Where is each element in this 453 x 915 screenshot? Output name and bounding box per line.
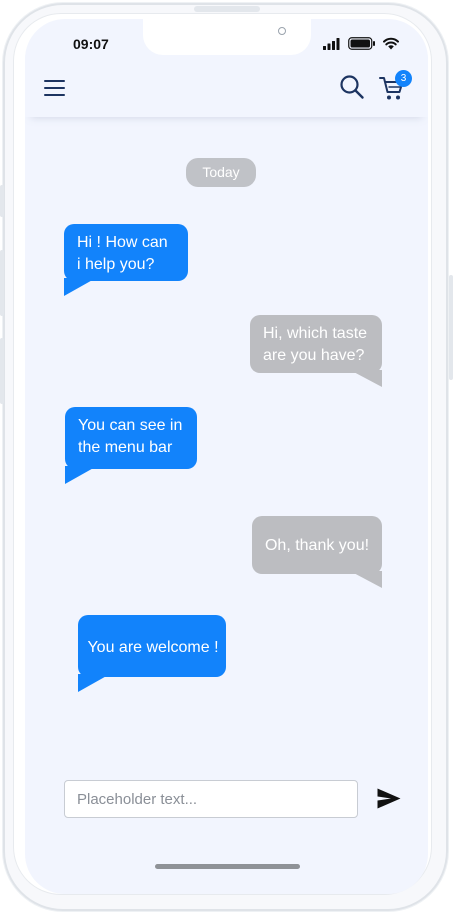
status-time: 09:07 <box>73 36 109 52</box>
bubble-tail <box>350 571 382 588</box>
hamburger-menu-icon[interactable] <box>44 79 66 97</box>
bubble-tail <box>65 466 97 484</box>
message-text: You are welcome ! <box>78 615 226 677</box>
message-bubble-outgoing: Hi, which taste are you have? <box>250 315 382 387</box>
message-bubble-incoming: You can see in the menu bar <box>65 407 197 484</box>
message-text: Oh, thank you! <box>252 516 382 574</box>
status-icons <box>323 37 403 51</box>
front-camera-icon <box>278 27 286 35</box>
phone-side-button-mute <box>0 185 4 217</box>
message-text: Hi, which taste are you have? <box>250 315 382 373</box>
message-bubble-incoming: You are welcome ! <box>78 615 226 693</box>
phone-speaker-grille <box>194 6 260 12</box>
device-notch <box>143 19 311 55</box>
message-bubble-incoming: Hi ! How can i help you? <box>64 224 188 296</box>
battery-icon <box>348 37 375 50</box>
message-bubble-outgoing: Oh, thank you! <box>252 516 382 588</box>
message-text: You can see in the menu bar <box>65 407 197 469</box>
phone-side-button-power <box>449 275 453 380</box>
signal-icon <box>323 38 340 50</box>
date-separator: Today <box>186 158 256 187</box>
cart-count-badge: 3 <box>395 70 412 87</box>
phone-side-button-volume-up <box>0 250 4 316</box>
app-screen: 09:07 3 Today Hi ! How can i help you? H… <box>25 19 428 894</box>
phone-side-button-volume-down <box>0 338 4 404</box>
bubble-tail <box>64 278 96 296</box>
message-input[interactable] <box>65 781 357 817</box>
bubble-tail <box>78 674 110 692</box>
app-header <box>25 55 428 117</box>
bubble-tail <box>350 370 382 387</box>
send-icon[interactable] <box>377 788 401 809</box>
message-text: Hi ! How can i help you? <box>64 224 188 281</box>
search-icon[interactable] <box>339 74 365 100</box>
message-input-container <box>64 780 358 818</box>
home-indicator[interactable] <box>155 864 300 869</box>
wifi-icon <box>383 37 399 50</box>
